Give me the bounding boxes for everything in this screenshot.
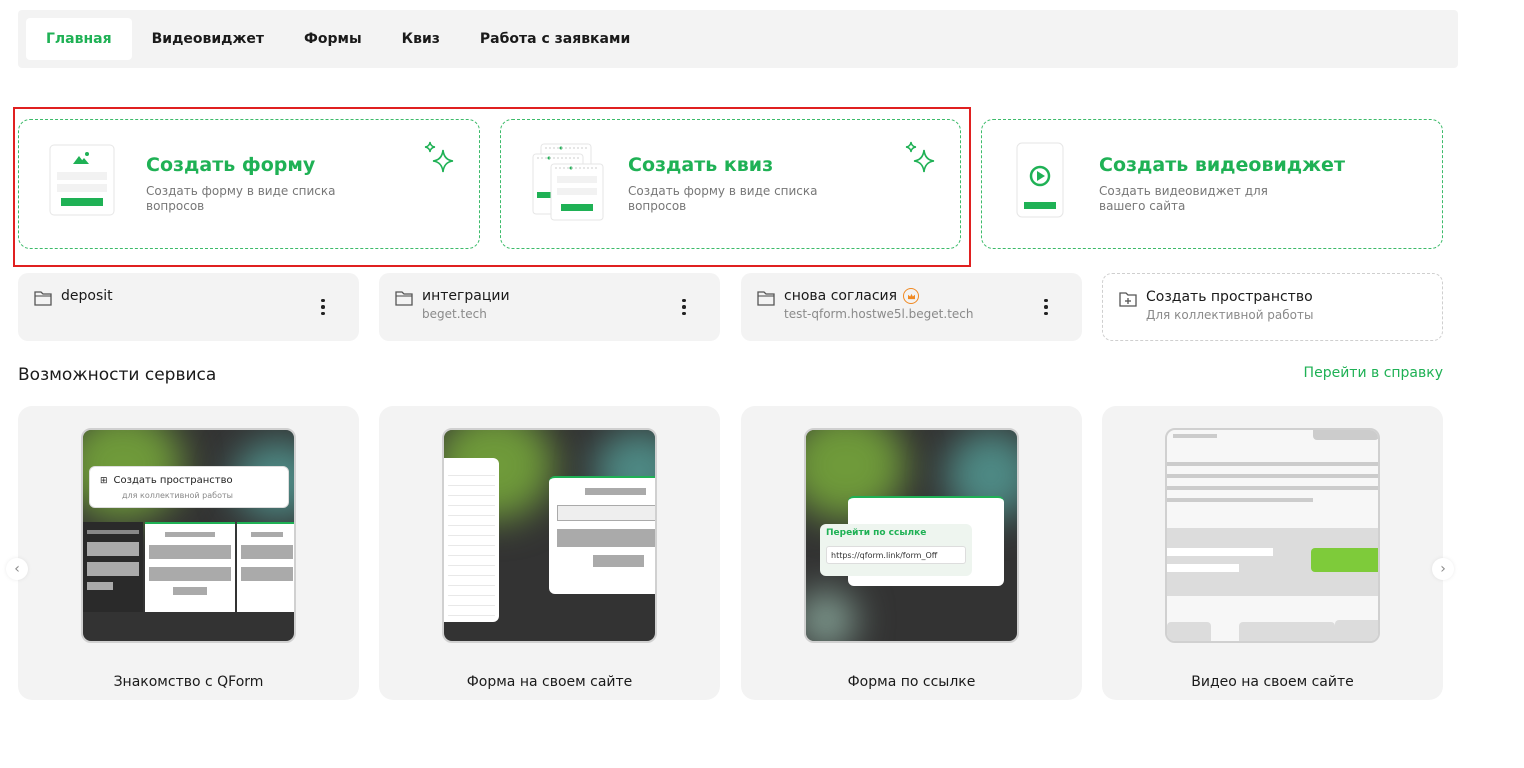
folder-name: снова согласия <box>784 288 920 304</box>
feature-card-link[interactable]: Перейти по ссылке https://qform.link/for… <box>741 406 1082 700</box>
highlight-box <box>13 107 971 267</box>
section-title: Возможности сервиса <box>18 365 217 385</box>
folder-plus-icon: ⊞ <box>100 475 108 486</box>
feature-preview-image: Перейти по ссылке https://qform.link/for… <box>804 428 1019 643</box>
crown-icon <box>903 288 920 304</box>
folder-domain: beget.tech <box>422 307 487 321</box>
carousel-prev-icon[interactable]: ‹ <box>6 558 28 580</box>
folder-plus-icon <box>1119 292 1137 307</box>
more-menu-icon[interactable] <box>1040 297 1052 317</box>
folder-icon <box>395 291 413 306</box>
video-widget-thumbnail-icon <box>1016 142 1064 218</box>
create-space-title: Создать пространство <box>1146 289 1313 305</box>
folder-name: deposit <box>61 288 113 304</box>
feature-label: Форма на своем сайте <box>466 674 633 690</box>
folder-deposit[interactable]: deposit <box>18 273 359 341</box>
main-nav: Главная Видеовиджет Формы Квиз Работа с … <box>18 10 1458 68</box>
feature-card-video[interactable]: Видео на своем сайте <box>1102 406 1443 700</box>
feature-label: Форма по ссылке <box>847 674 976 690</box>
create-space-button[interactable]: Создать пространство Для коллективной ра… <box>1102 273 1443 341</box>
feature-preview-image: ⊞ Создать пространство для коллективной … <box>81 428 296 643</box>
create-video-widget-desc: Создать видеовиджет для вашего сайта <box>1099 184 1268 213</box>
feature-card-embed[interactable]: Форма на своем сайте <box>379 406 720 700</box>
tab-forms[interactable]: Формы <box>284 18 382 60</box>
feature-card-intro[interactable]: ⊞ Создать пространство для коллективной … <box>18 406 359 700</box>
folder-consents[interactable]: снова согласия test-qform.hostwe5l.beget… <box>741 273 1082 341</box>
more-menu-icon[interactable] <box>678 297 690 317</box>
tab-quiz[interactable]: Квиз <box>382 18 460 60</box>
folder-icon <box>34 291 52 306</box>
help-link[interactable]: Перейти в справку <box>1304 365 1443 381</box>
create-video-widget-title: Создать видеовиджет <box>1099 154 1345 176</box>
create-video-widget-card[interactable]: Создать видеовиджет Создать видеовиджет … <box>981 119 1443 249</box>
feature-label: Знакомство с QForm <box>113 674 264 690</box>
preview-subtitle: для коллективной работы <box>122 491 233 500</box>
tab-home[interactable]: Главная <box>26 18 132 60</box>
feature-preview-image <box>442 428 657 643</box>
folder-domain: test-qform.hostwe5l.beget.tech <box>784 307 974 321</box>
tab-video-widget[interactable]: Видеовиджет <box>132 18 284 60</box>
folder-integrations[interactable]: интеграции beget.tech <box>379 273 720 341</box>
tab-requests[interactable]: Работа с заявками <box>460 18 650 60</box>
preview-url-field: https://qform.link/form_Off <box>826 546 966 564</box>
feature-label: Видео на своем сайте <box>1191 674 1354 690</box>
folder-icon <box>757 291 775 306</box>
folder-name: интеграции <box>422 288 510 304</box>
create-space-subtitle: Для коллективной работы <box>1146 308 1314 322</box>
more-menu-icon[interactable] <box>317 297 329 317</box>
preview-title: Создать пространство <box>113 475 233 486</box>
feature-preview-image <box>1165 428 1380 643</box>
carousel-next-icon[interactable]: › <box>1432 558 1454 580</box>
preview-title: Перейти по ссылке <box>826 528 927 538</box>
